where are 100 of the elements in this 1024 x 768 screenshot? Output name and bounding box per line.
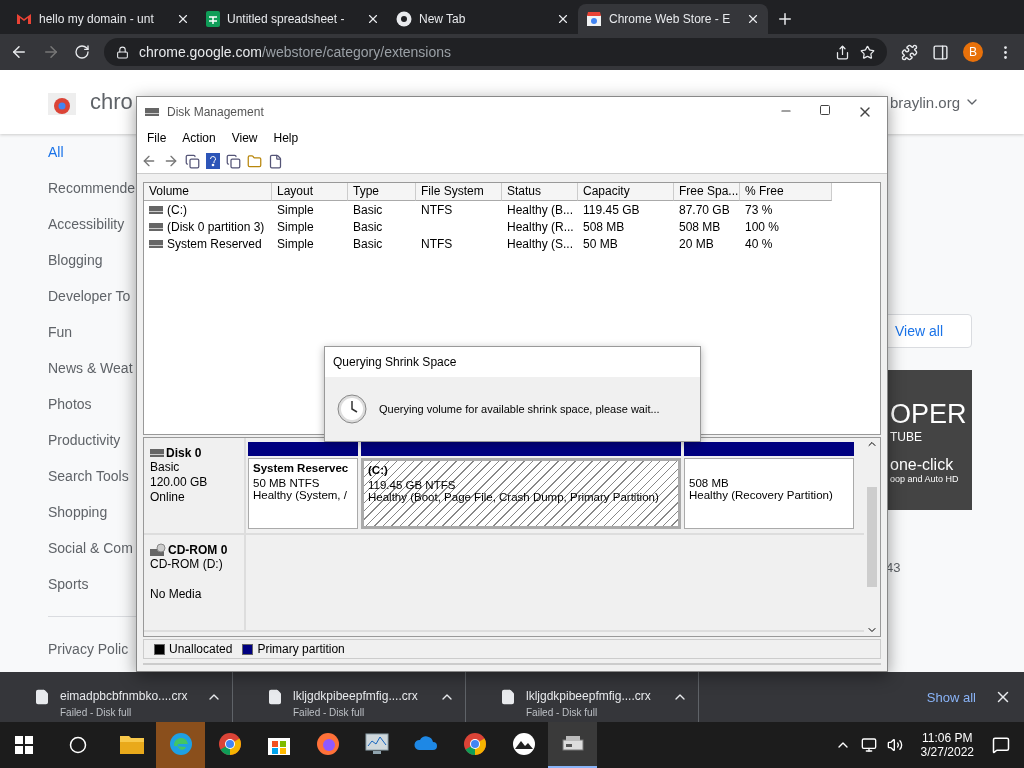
taskbar-button[interactable] — [548, 722, 597, 768]
category-link[interactable]: News & Weat — [48, 350, 133, 386]
drive-icon — [149, 205, 163, 214]
address-bar[interactable]: chrome.google.com/webstore/category/extensions — [104, 38, 887, 66]
table-cell: 73 % — [745, 202, 773, 217]
legend-item: Primary partition — [242, 642, 345, 657]
share-icon[interactable] — [835, 44, 850, 60]
side-panel-icon[interactable] — [932, 43, 949, 61]
column-header[interactable]: Volume — [144, 183, 272, 202]
clock[interactable]: 11:06 PM 3/27/2022 — [920, 731, 974, 759]
footer-link[interactable]: Privacy Polic — [48, 631, 129, 667]
help-icon[interactable] — [206, 153, 220, 170]
column-header[interactable]: Capacity — [578, 183, 674, 202]
file-icon — [34, 689, 50, 705]
table-cell: Basic — [353, 219, 383, 234]
menu-item[interactable]: Action — [182, 130, 216, 145]
disk-label[interactable]: Disk 0 Basic 120.00 GB Online — [144, 437, 246, 533]
table-cell: Healthy (B... — [507, 202, 574, 217]
table-cell: 50 MB — [583, 236, 618, 251]
table-cell: 508 MB — [583, 219, 625, 234]
close-icon[interactable] — [746, 12, 760, 26]
firefox-icon[interactable] — [315, 732, 340, 756]
reload-icon[interactable] — [74, 44, 90, 60]
category-link[interactable]: Fun — [48, 314, 73, 350]
chrome-icon — [396, 11, 412, 27]
banner-title: OPER — [890, 398, 967, 430]
account-menu[interactable]: braylin.org — [889, 93, 980, 111]
legend-item: Unallocated — [154, 642, 233, 657]
banner-tagline: one-click — [890, 456, 954, 474]
column-header[interactable]: Status — [502, 183, 578, 202]
close-icon[interactable] — [366, 12, 380, 26]
back-icon[interactable] — [10, 43, 28, 61]
table-cell: 87.70 GB — [679, 202, 730, 217]
folder-icon[interactable] — [119, 734, 144, 754]
column-header[interactable]: Layout — [272, 183, 348, 202]
table-cell: Simple — [277, 219, 314, 234]
menu-item[interactable]: File — [147, 130, 167, 145]
browser-tab[interactable]: Chrome Web Store - E — [578, 4, 768, 34]
menu-item[interactable]: Help — [273, 130, 299, 145]
banner-subtitle: TUBE — [890, 430, 922, 444]
cd-drive-icon — [150, 542, 166, 557]
table-cell: (C:) — [167, 202, 187, 217]
chrome-icon[interactable] — [217, 732, 242, 756]
file-icon — [267, 689, 283, 705]
mountain-icon[interactable] — [511, 732, 536, 756]
category-link[interactable]: Developer To — [48, 278, 131, 314]
clock-icon — [337, 394, 367, 424]
category-link[interactable]: Photos — [48, 386, 92, 422]
table-cell: 20 MB — [679, 236, 714, 251]
show-all-button[interactable]: Show all — [920, 688, 982, 706]
menu-item[interactable]: View — [231, 130, 258, 145]
category-link[interactable]: Blogging — [48, 242, 103, 278]
table-cell: NTFS — [421, 202, 453, 217]
volume-icon[interactable] — [886, 737, 903, 753]
drive-icon — [145, 107, 159, 116]
store-icon — [586, 11, 602, 27]
table-cell: 100 % — [745, 219, 780, 234]
column-header[interactable]: File System — [416, 183, 502, 202]
disk-label[interactable]: CD-ROM 0 CD-ROM (D:) No Media — [144, 534, 246, 630]
banner-caption: oop and Auto HD — [890, 474, 959, 484]
category-link[interactable]: Social & Com — [48, 530, 133, 566]
view-all-button[interactable]: View all — [886, 314, 972, 348]
chrome-icon[interactable] — [462, 732, 487, 756]
dialog-message: Querying volume for available shrink space, please wait... — [379, 403, 660, 415]
new-tab-icon[interactable] — [776, 10, 794, 28]
extensions-icon[interactable] — [901, 43, 918, 61]
browser-tab[interactable]: Untitled spreadsheet - — [198, 4, 388, 34]
category-link[interactable]: Shopping — [48, 494, 108, 530]
category-link[interactable]: All — [48, 134, 64, 170]
browser-tab[interactable]: hello my domain - unt — [8, 4, 198, 34]
maximize-icon[interactable] — [819, 103, 831, 116]
search-icon[interactable] — [69, 736, 87, 754]
star-icon[interactable] — [860, 44, 875, 60]
column-header[interactable]: Free Spa... — [674, 183, 740, 202]
store-title: chro — [90, 89, 133, 115]
notification-icon[interactable] — [992, 736, 1010, 754]
category-link[interactable]: Accessibility — [48, 206, 125, 242]
category-link[interactable]: Recommende — [48, 170, 136, 206]
browser-tab[interactable]: New Tab — [388, 4, 578, 34]
window-title: Disk Management — [167, 104, 264, 119]
table-cell: (Disk 0 partition 3) — [167, 219, 265, 234]
category-link[interactable]: Sports — [48, 566, 89, 602]
table-cell: System Reserved — [167, 236, 262, 251]
table-cell: Healthy (R... — [507, 219, 574, 234]
disk-drive-icon[interactable] — [561, 734, 584, 754]
table-cell: Basic — [353, 236, 383, 251]
drive-icon — [149, 239, 163, 248]
forward-icon[interactable] — [42, 43, 60, 61]
category-link[interactable]: Search Tools — [48, 458, 129, 494]
monitor-icon[interactable] — [364, 733, 389, 755]
column-header[interactable]: % Free — [740, 183, 832, 202]
column-header[interactable]: Type — [348, 183, 416, 202]
drive-icon — [149, 222, 163, 231]
close-icon[interactable] — [556, 12, 570, 26]
network-icon[interactable] — [860, 737, 877, 753]
close-icon[interactable] — [176, 12, 190, 26]
file-icon — [500, 689, 516, 705]
edge-icon[interactable] — [168, 732, 193, 756]
table-cell: Healthy (S... — [507, 236, 574, 251]
category-link[interactable]: Productivity — [48, 422, 121, 458]
